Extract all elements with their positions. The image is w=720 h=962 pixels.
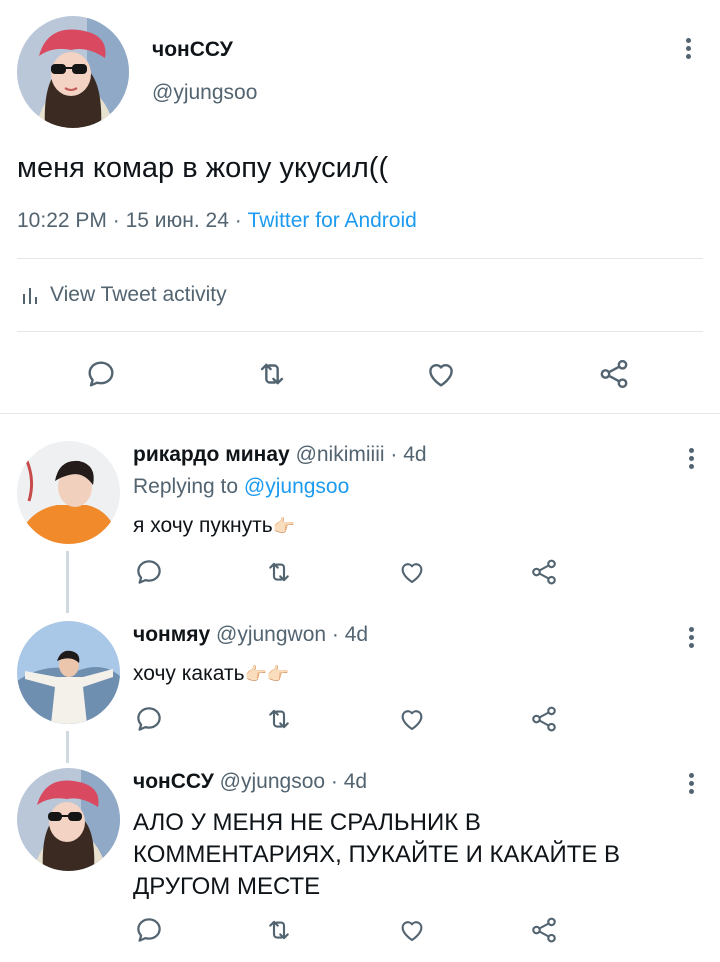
tweet-text: меня комар в жопу укусил(( <box>17 152 389 184</box>
tweet-meta: 10:22 PM · 15 июн. 24 · Twitter for Andr… <box>17 209 417 233</box>
reply-more-icon[interactable] <box>689 448 695 472</box>
share-icon <box>600 359 628 389</box>
reply-icon <box>137 918 161 942</box>
tweet-client-link[interactable]: Twitter for Android <box>248 209 417 232</box>
reply-avatar[interactable] <box>17 621 120 724</box>
reply-text-body: хочу какать <box>133 662 245 685</box>
reply-author-name[interactable]: чонмяу <box>133 623 210 646</box>
reply-text-body: я хочу пукнуть <box>133 514 273 537</box>
reply-header: рикардо минау @nikimiiii · 4d <box>133 443 427 467</box>
reply-age: 4d <box>343 770 368 793</box>
retweet-button[interactable] <box>263 703 295 735</box>
reply-author-handle[interactable]: @yjungwon <box>216 623 326 646</box>
replying-to-label: Replying to <box>133 475 239 498</box>
replying-to-handle[interactable]: @yjungsoo <box>244 475 349 498</box>
reply-avatar[interactable] <box>17 768 120 871</box>
pointing-hand-emoji: 👉🏻 <box>272 516 296 536</box>
meta-separator: · <box>112 209 120 232</box>
reply-avatar[interactable] <box>17 441 120 544</box>
thread-line <box>66 551 69 613</box>
meta-separator: · <box>331 623 339 646</box>
reply-icon <box>137 560 161 584</box>
meta-separator: · <box>390 443 398 466</box>
share-button[interactable] <box>528 703 560 735</box>
reply-icon <box>137 707 161 731</box>
stats-icon <box>22 286 38 304</box>
replying-to: Replying to @yjungsoo <box>133 475 349 499</box>
share-icon <box>532 917 556 943</box>
meta-separator: · <box>234 209 242 232</box>
share-button[interactable] <box>528 556 560 588</box>
retweet-icon <box>269 920 289 940</box>
retweet-icon <box>269 709 289 729</box>
retweet-button[interactable] <box>263 556 295 588</box>
view-activity-link[interactable]: View Tweet activity <box>22 283 227 307</box>
author-handle[interactable]: @yjungsoo <box>152 81 257 105</box>
reply-text: я хочу пукнуть👉🏻 <box>133 514 295 538</box>
tweet-time: 10:22 PM <box>17 209 107 232</box>
reply-button[interactable] <box>133 914 165 946</box>
reply-button[interactable] <box>81 354 121 394</box>
divider <box>17 331 703 332</box>
reply-author-handle[interactable]: @yjungsoo <box>220 770 325 793</box>
share-icon <box>532 706 556 732</box>
thread-line <box>66 731 69 763</box>
section-divider <box>0 413 720 414</box>
divider <box>17 258 703 259</box>
retweet-icon <box>260 363 284 385</box>
reply-text: АЛО У МЕНЯ НЕ СРАЛЬНИК В КОММЕНТАРИЯХ, П… <box>133 807 620 903</box>
like-icon <box>401 563 423 584</box>
share-icon <box>532 559 556 585</box>
reply-age: 4d <box>344 623 369 646</box>
tweet-date: 15 июн. 24 <box>125 209 229 232</box>
reply-button[interactable] <box>133 703 165 735</box>
reply-author-name[interactable]: чонССУ <box>133 770 214 793</box>
like-icon <box>429 364 453 387</box>
like-button[interactable] <box>396 914 428 946</box>
view-activity-label: View Tweet activity <box>50 283 227 306</box>
tweet-more-icon[interactable] <box>686 38 692 62</box>
reply-author-handle[interactable]: @nikimiiii <box>296 443 385 466</box>
reply-text-line: АЛО У МЕНЯ НЕ СРАЛЬНИК В <box>133 809 481 836</box>
reply-header: чонмяу @yjungwon · 4d <box>133 623 368 647</box>
like-button[interactable] <box>396 556 428 588</box>
meta-separator: · <box>330 770 338 793</box>
reply-more-icon[interactable] <box>689 773 695 797</box>
author-name[interactable]: чонССУ <box>152 38 233 62</box>
reply-icon <box>88 361 114 387</box>
share-button[interactable] <box>528 914 560 946</box>
like-button[interactable] <box>396 703 428 735</box>
share-button[interactable] <box>594 354 634 394</box>
retweet-button[interactable] <box>263 914 295 946</box>
reply-more-icon[interactable] <box>689 627 695 651</box>
reply-button[interactable] <box>133 556 165 588</box>
retweet-button[interactable] <box>252 354 292 394</box>
like-icon <box>401 710 423 731</box>
pointing-hand-emoji: 👉🏻👉🏻 <box>244 664 290 684</box>
like-button[interactable] <box>421 354 461 394</box>
reply-text-line: ДРУГОМ МЕСТЕ <box>133 873 321 900</box>
author-avatar[interactable] <box>17 16 129 128</box>
reply-author-name[interactable]: рикардо минау <box>133 443 290 466</box>
reply-age: 4d <box>403 443 427 466</box>
reply-header: чонССУ @yjungsoo · 4d <box>133 770 367 794</box>
like-icon <box>401 921 423 942</box>
retweet-icon <box>269 562 289 582</box>
reply-text: хочу какать👉🏻👉🏻 <box>133 662 289 686</box>
reply-text-line: КОММЕНТАРИЯХ, ПУКАЙТЕ И КАКАЙТЕ В <box>133 841 621 868</box>
